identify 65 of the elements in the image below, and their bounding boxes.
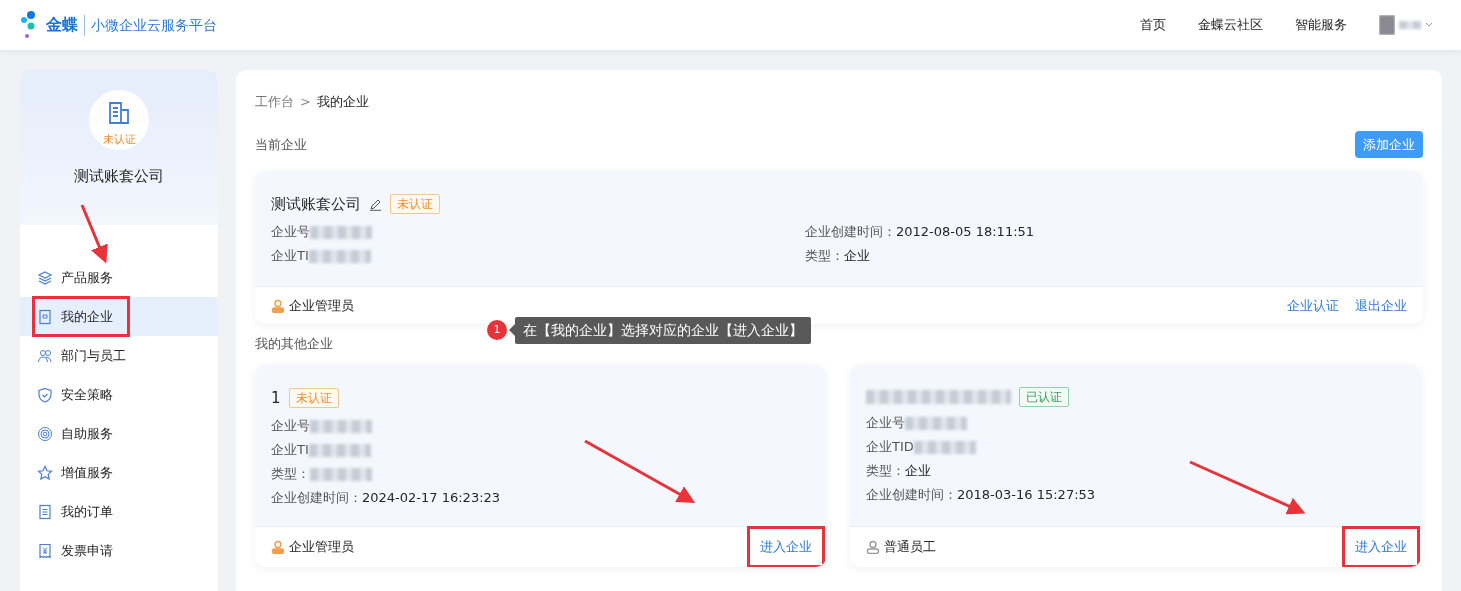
field-label: 企业创建时间：	[805, 223, 896, 239]
sidebar-item[interactable]: 安全策略	[20, 375, 218, 414]
shield-icon	[37, 386, 53, 403]
field-label: 企业号	[271, 417, 310, 433]
field-label: 企业号	[271, 223, 310, 239]
status-tag: 未认证	[390, 194, 440, 215]
caret-icon	[1425, 22, 1433, 28]
users-icon	[37, 347, 53, 364]
nav-link[interactable]: 智能服务	[1295, 15, 1347, 35]
company-link[interactable]: 企业认证	[1287, 295, 1339, 316]
enter-company-link[interactable]: 进入企业	[750, 529, 822, 565]
layers-icon	[37, 269, 53, 286]
logo-text: 金蝶	[46, 14, 78, 36]
breadcrumb-item[interactable]: 工作台	[255, 92, 294, 112]
status-tag: 已认证	[1019, 387, 1069, 407]
field-value: 企业	[905, 463, 931, 478]
field-label: 企业TID	[866, 439, 914, 454]
field-value: 2024-02-17 16:23:23	[362, 489, 501, 505]
section-heading: 我的其他企业	[255, 335, 333, 354]
nav-link[interactable]: 金蝶云社区	[1198, 15, 1263, 35]
role-label: 企业管理员	[289, 538, 354, 557]
role-label: 普通员工	[884, 538, 936, 557]
field-label: 企业TI	[271, 441, 309, 457]
platform-title: 小微企业云服务平台	[84, 14, 217, 36]
status-label: 未认证	[102, 132, 136, 148]
field-label: 企业TI	[271, 247, 309, 263]
breadcrumb-separator: >	[300, 93, 311, 111]
sidebar-item[interactable]: 部门与员工	[20, 336, 218, 375]
star-icon	[37, 464, 53, 481]
company-name: 1	[271, 388, 281, 409]
sidebar-item[interactable]: 我的订单	[20, 492, 218, 531]
tooltip: 在【我的企业】选择对应的企业【进入企业】	[515, 316, 811, 344]
nav-link[interactable]: 首页	[1140, 15, 1166, 35]
field-label: 类型：	[866, 463, 905, 478]
sidebar-item[interactable]: 产品服务	[20, 258, 218, 297]
section-heading: 当前企业	[255, 135, 307, 154]
company-name: 测试账套公司	[74, 165, 164, 187]
avatar	[1379, 15, 1395, 35]
field-value: 2018-03-16 15:27:53	[957, 487, 1096, 502]
status-tag: 未认证	[288, 388, 339, 409]
sidebar-item[interactable]: 发票申请	[20, 531, 218, 570]
document-icon	[37, 308, 53, 325]
annotation-arrow	[80, 204, 108, 264]
company-link[interactable]: 退出企业	[1355, 295, 1407, 316]
field-value: 企业	[844, 247, 870, 263]
building-icon	[107, 101, 131, 125]
enter-company-link[interactable]: 进入企业	[1345, 529, 1417, 565]
user-menu[interactable]	[1379, 15, 1433, 35]
breadcrumb-item: 我的企业	[316, 93, 369, 111]
field-value: 2012-08-05 18:11:51	[896, 223, 1035, 239]
field-label: 企业创建时间：	[271, 489, 362, 505]
company-name: 测试账套公司	[271, 194, 361, 215]
sidebar-item[interactable]: 我的企业	[20, 297, 218, 336]
role-label: 企业管理员	[289, 296, 354, 315]
invoice-icon	[37, 542, 53, 559]
field-label: 类型：	[271, 465, 310, 481]
target-icon	[37, 425, 53, 442]
edit-icon[interactable]	[369, 197, 382, 211]
sidebar-item[interactable]: 自助服务	[20, 414, 218, 453]
list-icon	[37, 503, 53, 520]
step-badge: 1	[487, 320, 507, 340]
sidebar-item[interactable]: 增值服务	[20, 453, 218, 492]
field-label: 类型：	[805, 247, 844, 263]
field-label: 企业创建时间：	[866, 487, 957, 502]
field-label: 企业号	[866, 415, 905, 430]
